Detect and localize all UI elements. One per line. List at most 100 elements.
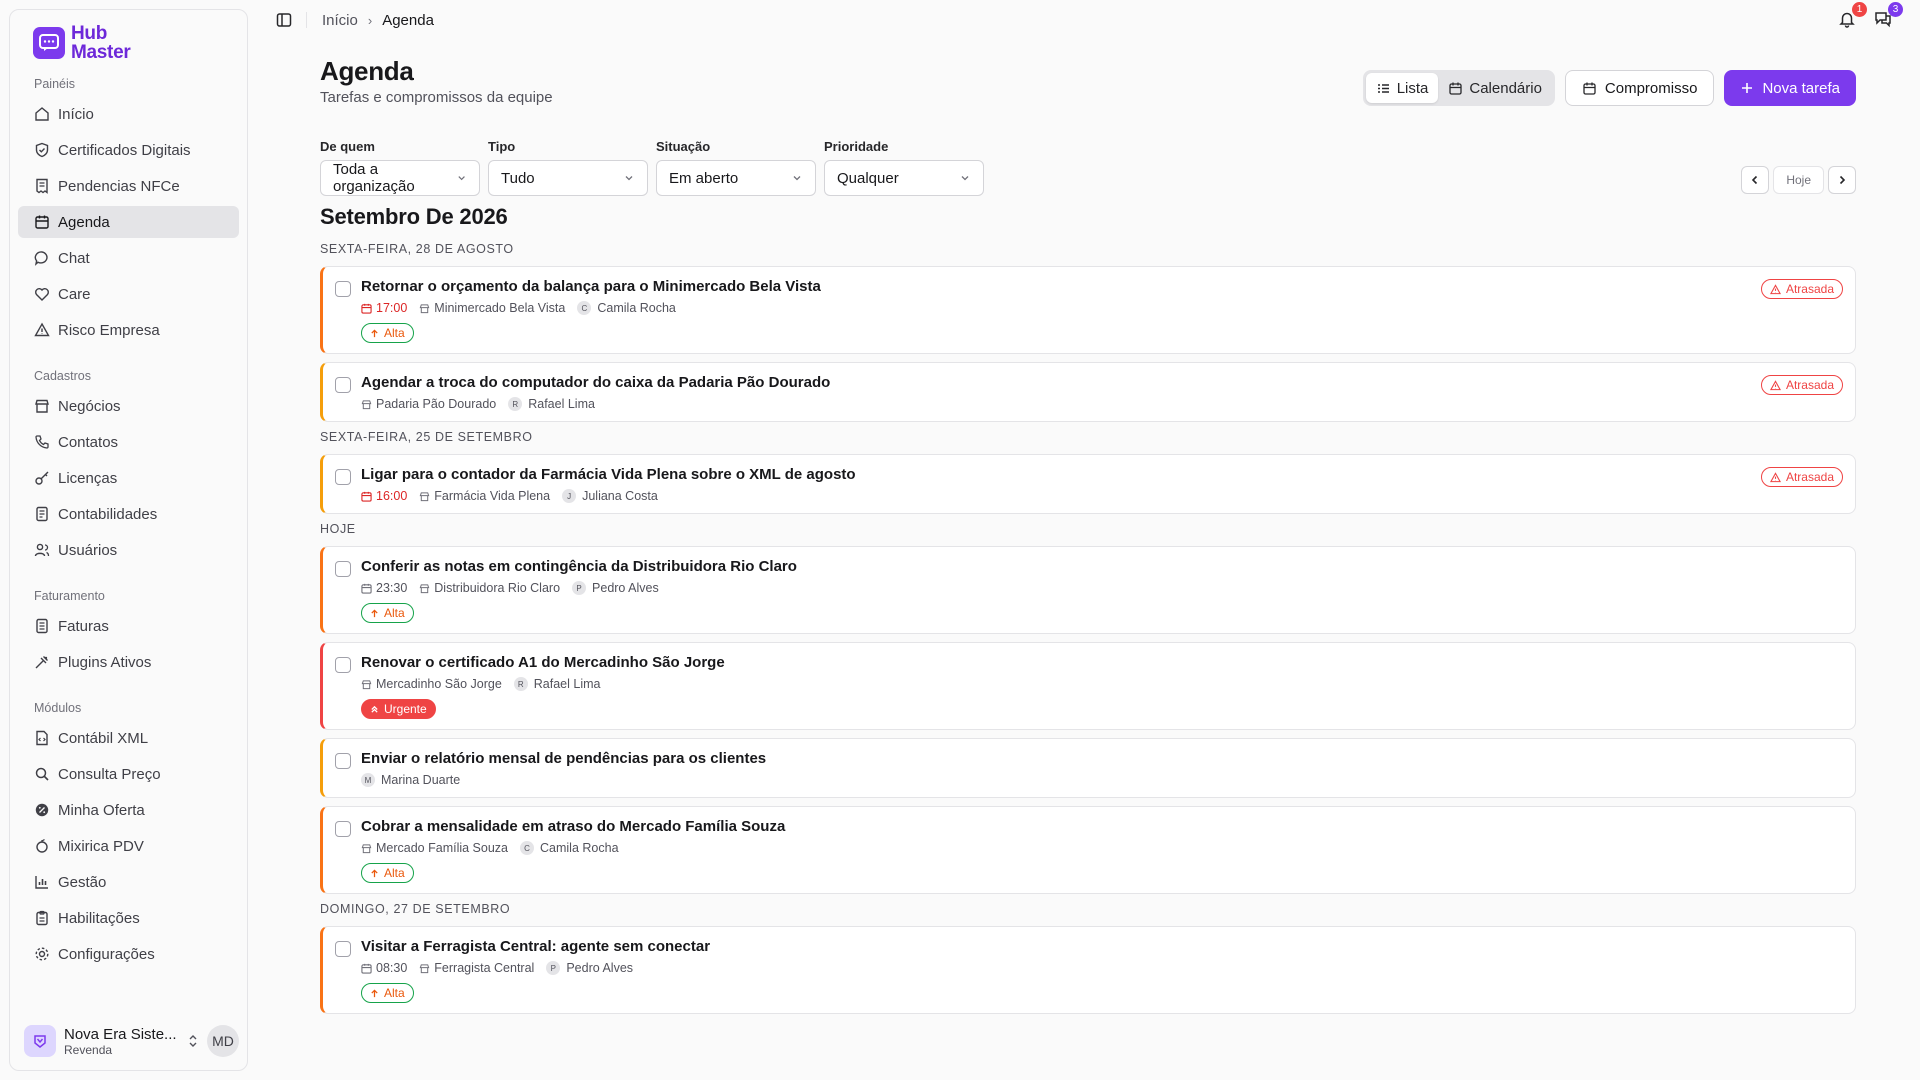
sidebar-item-pendencias-nfce[interactable]: Pendencias NFCe [18, 170, 239, 202]
task-meta: 17:00 Minimercado Bela Vista C Camila Rocha [361, 301, 1843, 315]
chevron-left-icon [1752, 175, 1758, 185]
task-checkbox[interactable] [335, 281, 351, 297]
overdue-badge: Atrasada [1760, 375, 1843, 395]
task-checkbox[interactable] [335, 469, 351, 485]
task-company: Farmácia Vida Plena [419, 489, 550, 503]
sidebar-item-mixirica-pdv[interactable]: Mixirica PDV [18, 830, 239, 862]
breadcrumb-current: Agenda [382, 11, 434, 29]
task-card[interactable]: Retornar o orçamento da balança para o M… [320, 266, 1856, 354]
task-checkbox[interactable] [335, 377, 351, 393]
task-card[interactable]: Conferir as notas em contingência da Dis… [320, 546, 1856, 634]
sidebar-item-contábil-xml[interactable]: Contábil XML [18, 722, 239, 754]
priority-badge: Alta [361, 983, 414, 1003]
breadcrumb-chevron-icon: › [367, 12, 373, 28]
filter-label: Situação [656, 139, 711, 154]
sidebar-item-contabilidades[interactable]: Contabilidades [18, 498, 239, 530]
task-meta: Mercadinho São Jorge R Rafael Lima [361, 677, 1843, 691]
sidebar-item-licenças[interactable]: Licenças [18, 462, 239, 494]
building-icon [361, 843, 372, 853]
today-button[interactable]: Hoje [1773, 166, 1824, 194]
chevron-down-icon [458, 176, 465, 181]
sidebar-item-label: Negócios [58, 397, 121, 415]
month-title: Setembro De 2026 [320, 204, 508, 229]
task-checkbox[interactable] [335, 753, 351, 769]
topbar: Início › Agenda 1 3 [268, 0, 1920, 40]
notifications-button[interactable]: 1 [1838, 2, 1867, 30]
new-task-label: Nova tarefa [1762, 79, 1840, 97]
sidebar-item-label: Licenças [58, 469, 118, 487]
org-switcher[interactable]: Nova Era Siste... Revenda MD [18, 1020, 239, 1062]
task-card[interactable]: Visitar a Ferragista Central: agente sem… [320, 926, 1856, 1014]
filter-1: Tipo Tudo [488, 136, 648, 200]
messages-button[interactable]: 3 [1874, 2, 1903, 30]
building-icon [419, 583, 430, 593]
nav-group: Cadastros Negócios Contatos Licenças Contabi… [18, 360, 239, 566]
logo[interactable]: Hub Master [18, 18, 239, 68]
task-meta: Padaria Pão Dourado R Rafael Lima [361, 397, 1843, 411]
sidebar-item-label: Plugins Ativos [58, 653, 152, 671]
sidebar-item-agenda[interactable]: Agenda [18, 206, 239, 238]
task-card[interactable]: Enviar o relatório mensal de pendências … [320, 738, 1856, 798]
filter-select[interactable]: Qualquer [824, 160, 984, 196]
task-title: Renovar o certificado A1 do Mercadinho S… [361, 654, 725, 671]
priority-badge: Urgente [361, 699, 436, 719]
sidebar-item-chat[interactable]: Chat [18, 242, 239, 274]
filter-0: De quem Toda a organização [320, 136, 480, 200]
user-avatar[interactable]: MD [207, 1025, 239, 1057]
priority-badge: Alta [361, 863, 414, 883]
sidebar-item-risco-empresa[interactable]: Risco Empresa [18, 314, 239, 346]
task-card[interactable]: Ligar para o contador da Farmácia Vida P… [320, 454, 1856, 514]
task-checkbox[interactable] [335, 821, 351, 837]
filter-select[interactable]: Em aberto [656, 160, 816, 196]
sidebar-item-habilitações[interactable]: Habilitações [18, 902, 239, 934]
new-task-button[interactable]: Nova tarefa [1724, 70, 1856, 106]
sidebar-item-minha-oferta[interactable]: Minha Oferta [18, 794, 239, 826]
sidebar-toggle-icon[interactable] [276, 12, 292, 28]
nav-group: Painéis Início Certificados Digitais Penden… [18, 68, 239, 346]
sidebar-item-faturas[interactable]: Faturas [18, 610, 239, 642]
task-checkbox[interactable] [335, 657, 351, 673]
filter-select[interactable]: Toda a organização [320, 160, 480, 196]
task-card[interactable]: Renovar o certificado A1 do Mercadinho S… [320, 642, 1856, 730]
building-icon [361, 679, 372, 689]
chevron-right-icon [1839, 175, 1846, 185]
filter-2: Situação Em aberto [656, 136, 816, 200]
warning-icon [1769, 379, 1781, 390]
task-card[interactable]: Cobrar a mensalidade em atraso do Mercad… [320, 806, 1856, 894]
task-company: Mercadinho São Jorge [361, 677, 502, 691]
calendar-icon [35, 215, 49, 229]
view-list-label: Lista [1396, 79, 1429, 97]
task-assignee: R Rafael Lima [513, 677, 600, 691]
chevron-down-icon [961, 176, 969, 181]
view-list-button[interactable]: Lista [1365, 73, 1439, 103]
sidebar-item-início[interactable]: Início [18, 98, 239, 130]
sidebar-item-consulta-preço[interactable]: Consulta Preço [18, 758, 239, 790]
filter-select[interactable]: Tudo [488, 160, 648, 196]
task-meta: M Marina Duarte [361, 773, 1843, 787]
sidebar-item-negócios[interactable]: Negócios [18, 390, 239, 422]
breadcrumb-home[interactable]: Início [322, 12, 358, 29]
sidebar-item-gestão[interactable]: Gestão [18, 866, 239, 898]
sidebar-item-usuários[interactable]: Usuários [18, 534, 239, 566]
sidebar-item-contatos[interactable]: Contatos [18, 426, 239, 458]
nav-group: Faturamento Faturas Plugins Ativos [18, 580, 239, 678]
view-calendar-button[interactable]: Calendário [1438, 73, 1552, 103]
task-time: 16:00 [361, 489, 407, 503]
next-button[interactable] [1828, 166, 1856, 194]
bar-chart-icon [35, 876, 48, 889]
task-meta: 23:30 Distribuidora Rio Claro P Pedro Alves [361, 581, 1843, 595]
view-calendar-label: Calendário [1469, 79, 1542, 97]
sidebar-item-plugins-ativos[interactable]: Plugins Ativos [18, 646, 239, 678]
new-appointment-button[interactable]: Compromisso [1564, 70, 1715, 106]
sidebar-item-certificados-digitais[interactable]: Certificados Digitais [18, 134, 239, 166]
task-title: Enviar o relatório mensal de pendências … [361, 750, 767, 767]
sidebar-item-care[interactable]: Care [18, 278, 239, 310]
task-card[interactable]: Agendar a troca do computador do caixa d… [320, 362, 1856, 422]
task-checkbox[interactable] [335, 941, 351, 957]
task-assignee: P Pedro Alves [546, 961, 633, 975]
sidebar-item-label: Usuários [58, 541, 118, 559]
sidebar-item-configurações[interactable]: Configurações [18, 938, 239, 970]
prev-button[interactable] [1741, 166, 1770, 194]
list-icon [1377, 83, 1389, 93]
task-checkbox[interactable] [335, 561, 351, 577]
